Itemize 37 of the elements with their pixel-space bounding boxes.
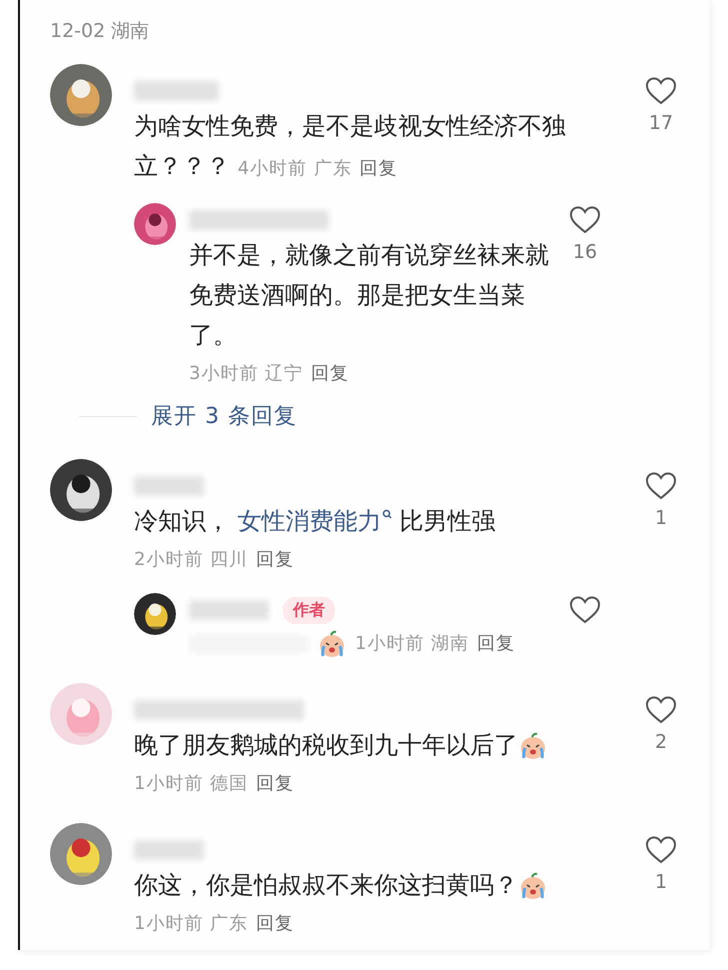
like-count: 2 [654,731,668,753]
comment-meta: 2小时前 四川 [134,548,248,572]
crying-face-icon [317,629,347,659]
author-badge: 作者 [283,596,335,624]
like-count: 1 [654,507,668,529]
reply-link[interactable]: 回复 [256,541,294,579]
search-link[interactable]: 女性消费能力 [238,507,392,535]
reply-link[interactable]: 回复 [359,158,398,179]
comment-meta: 1小时前 广东 [134,912,248,936]
comment-text: 晚了朋友鹅城的税收到九十年以后了 [134,725,579,765]
blurred-username [134,840,204,860]
comment-text: 并不是，就像之前有说穿丝袜来就免费送酒啊的。那是把女生当菜了。 [189,240,550,351]
like-count: 1 [654,871,668,893]
comment-text: 冷知识， 女性消费能力 比男性强 [134,506,496,537]
comment-text: 为啥女性免费，是不是歧视女性经济不独立？？？ 4小时前 广东 回复 [134,111,567,182]
expand-replies-link[interactable]: 展开 3 条回复 [151,401,297,431]
reply-link[interactable]: 回复 [477,625,516,663]
crying-face-icon [518,871,548,902]
like-icon[interactable] [569,205,601,235]
like-icon[interactable] [645,471,677,501]
like-count: 16 [572,241,598,263]
like-icon[interactable] [569,595,601,625]
comment-meta: 3小时前 辽宁 [189,362,304,386]
comment-meta: 1小时前 湖南 [355,632,470,656]
reply-link[interactable]: 回复 [256,765,294,803]
search-icon [382,509,392,521]
crying-face-icon [518,731,548,762]
like-count: 17 [648,112,674,134]
like-icon[interactable] [645,76,677,106]
date-location: 12-02 湖南 [50,19,150,44]
reply-link[interactable]: 回复 [311,355,350,393]
comment-meta: 1小时前 德国 [134,772,248,796]
comment-text: 你这，你是怕叔叔不来你这扫黄吗？ [134,865,579,905]
blurred-username [134,476,204,496]
like-icon[interactable] [645,695,677,725]
like-icon[interactable] [645,835,677,865]
reply-link[interactable]: 回复 [256,905,294,943]
